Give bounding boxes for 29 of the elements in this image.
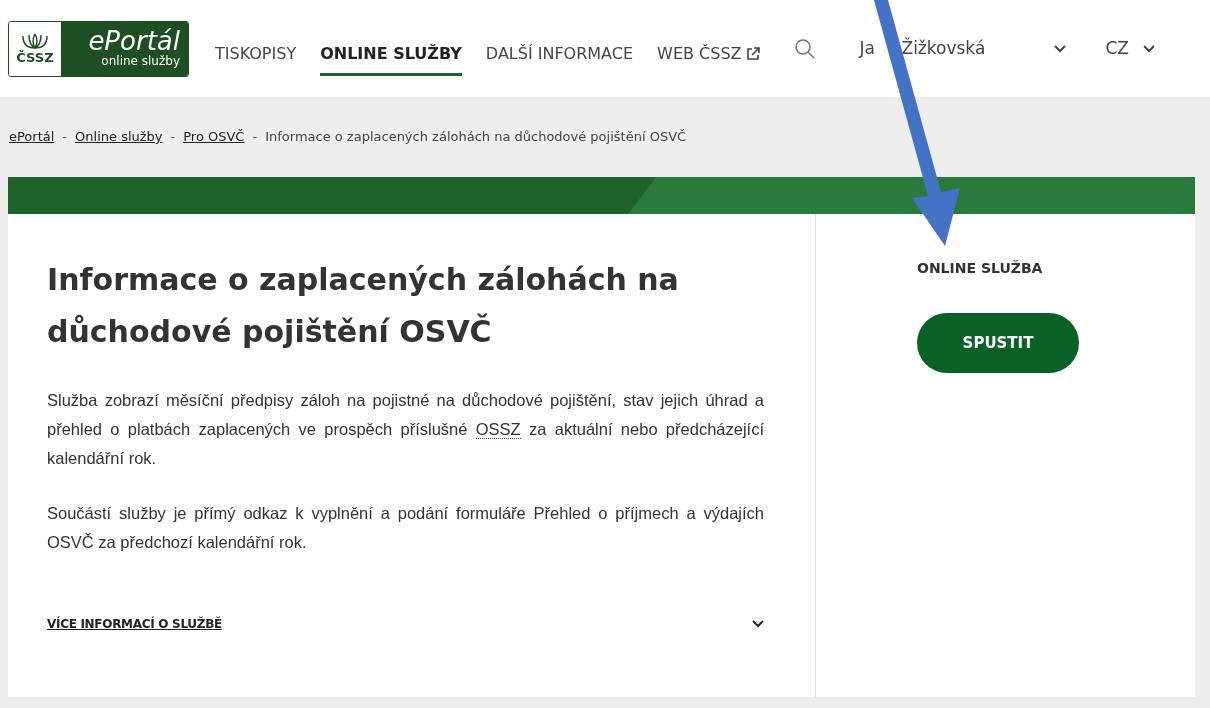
description-paragraph: Služba zobrazí měsíční předpisy záloh na pojistné na důchodové pojištění, stav jejich úhrad a přehled o platbách zaplacených ve prospěch příslušné OSSZ za aktuální nebo předcházející kalendářní rok. <box>47 390 764 469</box>
nav-link[interactable]: ONLINE SLUŽBY <box>320 35 462 76</box>
more-info-toggle[interactable]: VÍCE INFORMACÍ O SLUŽBĚ <box>47 615 764 633</box>
chevron-down-icon <box>1143 44 1156 53</box>
logo-mark-text: ČSSZ <box>16 51 54 64</box>
breadcrumb-separator: - <box>170 128 176 147</box>
nav-link[interactable]: DALŠÍ INFORMACE <box>485 35 634 76</box>
breadcrumb-link[interactable]: Pro OSVČ <box>183 127 245 147</box>
breadcrumb-link[interactable]: ePortál <box>9 127 55 147</box>
user-menu[interactable]: Ja Žižkovská <box>859 35 1072 62</box>
nav-link[interactable]: WEB ČSSZ <box>657 35 760 76</box>
breadcrumb-current: Informace o zaplacených zálohách na důchodové pojištění OSVČ <box>265 128 687 147</box>
external-link-icon <box>745 47 760 61</box>
lotus-icon <box>20 33 50 51</box>
logo-title: ePortál <box>88 28 180 54</box>
search-icon[interactable] <box>793 37 816 60</box>
start-button[interactable]: SPUSTIT <box>917 313 1079 373</box>
chevron-icon <box>752 620 764 628</box>
breadcrumb-link[interactable]: Online služby <box>75 127 163 147</box>
nav-link[interactable]: TISKOPISY <box>215 35 297 76</box>
breadcrumb-separator: - <box>62 128 68 147</box>
chevron-down-icon <box>1053 44 1066 53</box>
logo-subtitle: online služby <box>101 54 180 69</box>
breadcrumb-separator: - <box>252 128 258 147</box>
eportal-logo[interactable]: ČSSZ ePortál online služby <box>8 20 189 77</box>
description-paragraph: Součástí služby je přímý odkaz k vyplnění a podání formuláře Přehled o příjmech a výdajích OSVČ za předchozí kalendářní rok. <box>47 503 764 553</box>
service-title: Informace o zaplacených zálohách na důchodové pojištění OSVČ <box>47 261 680 351</box>
sidebar-heading: ONLINE SLUŽBA <box>917 259 1044 278</box>
language-menu[interactable]: CZ <box>1105 35 1156 62</box>
